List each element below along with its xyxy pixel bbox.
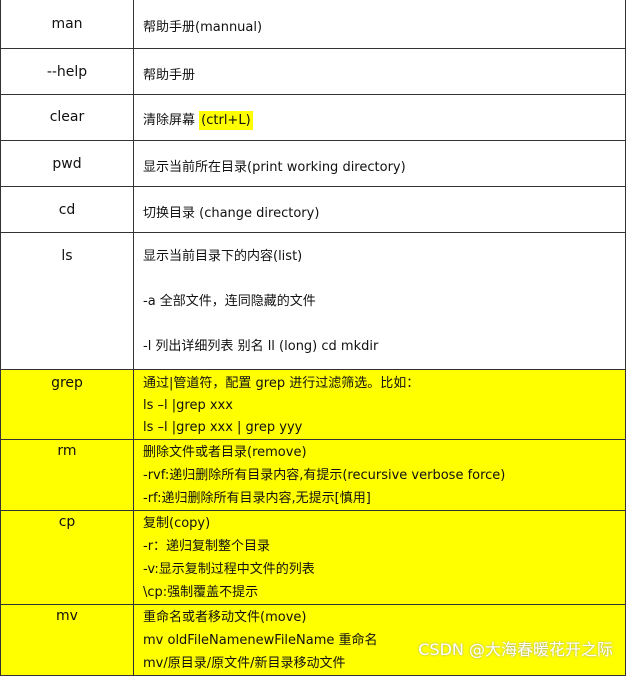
description: 通过|管道符，配置 grep 进行过滤筛选。比如： <box>143 376 420 391</box>
command-table: man 帮助手册(mannual) --help 帮助手册 clear 清除屏幕… <box>0 0 626 676</box>
description: \cp:强制覆盖不提示 <box>143 585 259 600</box>
description: -l 列出详细列表 别名 ll (long) cd mkdir <box>143 339 379 354</box>
table-row: cp 复制(copy) -r：递归复制整个目录 -v:显示复制过程中文件的列表 … <box>0 510 626 605</box>
description: -rf:递归删除所有目录内容,无提示[慎用] <box>143 491 371 506</box>
description: -a 全部文件，连同隐藏的文件 <box>143 294 316 309</box>
description: 删除文件或者目录(remove) <box>143 445 307 460</box>
description: 帮助手册 <box>143 68 196 83</box>
description: -v:显示复制过程中文件的列表 <box>143 562 315 577</box>
command-name: grep <box>51 375 83 391</box>
description: -rvf:递归删除所有目录内容,有提示(recursive verbose fo… <box>143 468 506 483</box>
command-name: rm <box>57 443 77 459</box>
command-name: --help <box>46 64 88 80</box>
table-row: ls 显示当前目录下的内容(list) -a 全部文件，连同隐藏的文件 -l 列… <box>0 232 626 370</box>
command-name: mv <box>56 608 78 624</box>
description: ls –l |grep xxx | grep yyy <box>143 420 303 435</box>
command-name: pwd <box>52 156 82 172</box>
shortcut-highlight: (ctrl+L) <box>199 111 253 130</box>
watermark: CSDN @大海春暖花开之际 <box>418 640 613 659</box>
description: 重命名或者移动文件(move) <box>143 610 307 625</box>
table-row: rm 删除文件或者目录(remove) -rvf:递归删除所有目录内容,有提示(… <box>0 439 626 511</box>
command-name: clear <box>49 109 85 125</box>
table-row: clear 清除屏幕 (ctrl+L) <box>0 94 626 141</box>
description: -r：递归复制整个目录 <box>143 539 271 554</box>
command-name: cp <box>58 514 76 530</box>
description: 显示当前目录下的内容(list) <box>143 249 303 264</box>
table-row: grep 通过|管道符，配置 grep 进行过滤筛选。比如： ls –l |gr… <box>0 369 626 440</box>
command-name: cd <box>58 202 76 218</box>
table-row: --help 帮助手册 <box>0 48 626 95</box>
description: 显示当前所在目录(print working directory) <box>143 160 406 175</box>
table-row: pwd 显示当前所在目录(print working directory) <box>0 140 626 187</box>
command-name: man <box>51 16 83 32</box>
description: ls –l |grep xxx <box>143 398 233 413</box>
command-name: ls <box>61 248 73 264</box>
description: 帮助手册(mannual) <box>143 20 263 35</box>
description: 复制(copy) <box>143 516 211 531</box>
description: 切换目录 (change directory) <box>143 206 320 221</box>
description: 清除屏幕 <box>143 113 196 128</box>
table-row: man 帮助手册(mannual) <box>0 0 626 49</box>
